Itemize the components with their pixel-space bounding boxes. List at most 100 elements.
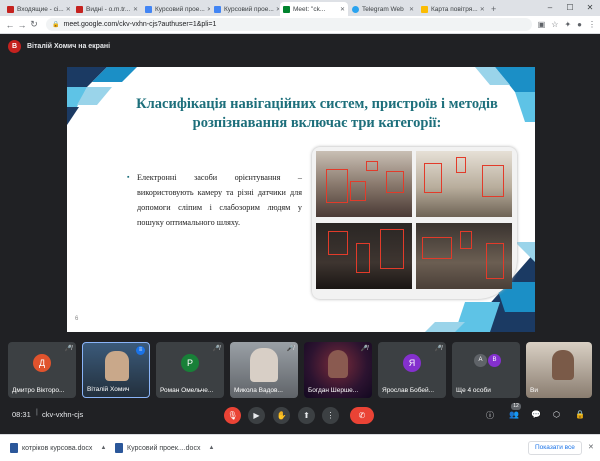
browser-tab[interactable]: Курсовий прое... ✕	[142, 2, 210, 16]
show-all-downloads-button[interactable]: Показати все	[528, 441, 582, 455]
url-text: meet.google.com/ckv-vxhn-cjs?authuser=1&…	[63, 21, 217, 28]
meeting-controls-bar: 08:31 | ckv-vxhn-cjs 🎙 ▶ ✋ ⬆ ⋮ ✆ ⓘ 12 👥 …	[0, 402, 600, 428]
chevron-up-icon[interactable]: ▲	[208, 445, 214, 451]
leave-call-button[interactable]: ✆	[350, 407, 374, 424]
presenter-banner-text: Віталій Хомич на екрані	[27, 42, 111, 50]
close-tab-icon[interactable]: ✕	[407, 6, 414, 13]
close-tab-icon[interactable]: ✕	[205, 6, 210, 13]
word-file-icon	[115, 443, 123, 453]
participant-name: Дмитро Вікторо...	[12, 387, 65, 394]
participant-tile[interactable]: 🎤̸ Р Роман Омельче...	[156, 342, 224, 398]
participant-video	[105, 351, 129, 381]
reload-icon[interactable]: ↻	[28, 19, 40, 30]
menu-kebab-icon[interactable]: ⋮	[588, 20, 596, 29]
participant-avatar: Р	[181, 354, 199, 372]
browser-tab[interactable]: Курсовий прое... ✕	[211, 2, 279, 16]
browser-tab[interactable]: Входящие - ci... ✕	[4, 2, 72, 16]
meeting-time: 08:31	[12, 410, 31, 419]
close-tab-icon[interactable]: ✕	[338, 6, 345, 13]
download-filename: котріков курсова.docx	[22, 444, 93, 452]
window-controls: – ☐ ✕	[540, 0, 600, 16]
participant-name: Роман Омельче...	[160, 387, 214, 394]
meeting-code: ckv-vxhn-cjs	[42, 410, 84, 419]
close-tab-icon[interactable]: ✕	[64, 6, 71, 13]
raise-hand-button[interactable]: ✋	[273, 407, 290, 424]
participant-name: Ви	[530, 387, 538, 394]
close-shelf-icon[interactable]: ✕	[588, 443, 594, 451]
slide-image-collage	[312, 147, 517, 299]
detection-photo-2	[416, 151, 512, 217]
document-icon	[145, 5, 152, 13]
self-view-tile[interactable]: Ви	[526, 342, 592, 398]
presenter-avatar: В	[8, 39, 21, 53]
activities-icon[interactable]: ⬡	[553, 410, 560, 419]
participant-avatar: Я	[403, 354, 421, 372]
browser-tab[interactable]: Telegram Web ✕	[349, 2, 417, 16]
gmail-icon	[76, 5, 83, 13]
host-controls-icon[interactable]: 🔒	[575, 410, 585, 419]
participant-name: Ще 4 особи	[456, 387, 491, 394]
forward-icon[interactable]: →	[16, 20, 28, 30]
camera-toggle-button[interactable]: ▶	[248, 407, 265, 424]
browser-tab-active[interactable]: Meet: "ck... ✕	[280, 2, 348, 16]
participant-video	[328, 350, 348, 378]
participant-tile[interactable]: 🎤̸ Богдан Шерше...	[304, 342, 372, 398]
browser-tab[interactable]: Видні - o.m.tr... ✕	[73, 2, 141, 16]
word-file-icon	[10, 443, 18, 453]
lock-icon[interactable]: 🔒	[52, 21, 59, 28]
chat-icon[interactable]: 💬	[531, 410, 541, 419]
people-icon[interactable]: 👥	[509, 410, 519, 419]
camera-indicator-icon[interactable]: ▣	[538, 20, 546, 29]
document-icon	[214, 5, 221, 13]
close-tab-icon[interactable]: ✕	[131, 6, 138, 13]
chevron-up-icon[interactable]: ▲	[100, 445, 106, 451]
participant-avatar: Д	[33, 354, 51, 372]
star-icon[interactable]: ☆	[551, 20, 558, 29]
close-tab-icon[interactable]: ✕	[478, 6, 485, 13]
mic-off-icon: 🎤̸	[212, 346, 220, 352]
url-input[interactable]: 🔒 meet.google.com/ckv-vxhn-cjs?authuser=…	[46, 18, 532, 31]
browser-tab-strip: Входящие - ci... ✕ Видні - o.m.tr... ✕ Кур…	[0, 0, 600, 16]
participant-avatar: В	[488, 354, 501, 367]
participant-avatar: А	[474, 354, 487, 367]
meet-icon	[283, 5, 290, 13]
participant-tile[interactable]: 🎤̸ Я Ярослав Бобей...	[378, 342, 446, 398]
participant-name: Микола Вадов...	[234, 387, 283, 394]
participant-name: Ярослав Бобей...	[382, 387, 435, 394]
participant-tile-presenting[interactable]: ≡ Віталій Хомич	[82, 342, 150, 398]
maximize-icon[interactable]: ☐	[560, 0, 580, 16]
detection-photo-3	[316, 223, 412, 289]
address-bar: ← → ↻ 🔒 meet.google.com/ckv-vxhn-cjs?aut…	[0, 16, 600, 34]
participant-tile[interactable]: 🎤̸ Д Дмитро Вікторо...	[8, 342, 76, 398]
download-filename: Курсовий проек....docx	[127, 444, 201, 452]
download-item[interactable]: котріков курсова.docx ▲	[10, 443, 106, 453]
slide-page-number: 6	[75, 316, 79, 322]
participant-tile[interactable]: 🎤̸ Микола Вадов...	[230, 342, 298, 398]
mic-off-icon: 🎤̸	[360, 346, 368, 352]
present-screen-button[interactable]: ⬆	[298, 407, 315, 424]
profile-icon[interactable]: ●	[577, 20, 582, 29]
downloads-shelf: котріков курсова.docx ▲ Курсовий проек..…	[0, 434, 600, 461]
slide-bullet-text: Електронні засоби орієнтування – викорис…	[127, 170, 302, 230]
info-icon[interactable]: ⓘ	[486, 410, 494, 421]
more-options-button[interactable]: ⋮	[322, 407, 339, 424]
speaking-indicator-icon: ≡	[136, 346, 145, 355]
gmail-icon	[7, 5, 14, 13]
extensions-icon[interactable]: ✦	[564, 20, 571, 29]
close-tab-icon[interactable]: ✕	[274, 6, 279, 13]
new-tab-button[interactable]: +	[491, 2, 496, 16]
browser-tab[interactable]: Карта повітря... ✕	[418, 2, 486, 16]
minimize-icon[interactable]: –	[540, 0, 560, 16]
participant-name: Богдан Шерше...	[308, 387, 359, 394]
participants-count-badge: 12	[511, 403, 521, 410]
mic-off-icon: 🎤̸	[286, 346, 294, 352]
more-participants-tile[interactable]: А В Ще 4 особи	[452, 342, 520, 398]
download-item[interactable]: Курсовий проек....docx ▲	[115, 443, 214, 453]
mic-toggle-button[interactable]: 🎙	[224, 407, 241, 424]
close-window-icon[interactable]: ✕	[580, 0, 600, 16]
shared-slide: Класифікація навігаційних систем, пристр…	[67, 67, 535, 332]
back-icon[interactable]: ←	[4, 20, 16, 30]
separator: |	[36, 409, 38, 416]
detection-photo-1	[316, 151, 412, 217]
mic-off-icon: 🎤̸	[434, 346, 442, 352]
